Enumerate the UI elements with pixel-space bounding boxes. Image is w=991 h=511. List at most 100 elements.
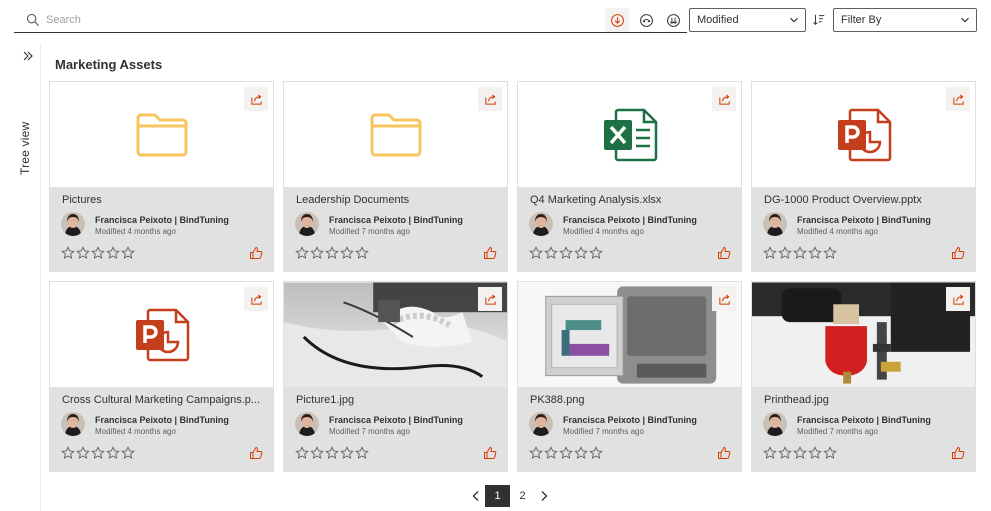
star-icon[interactable] [106, 446, 120, 460]
star-icon[interactable] [355, 246, 369, 260]
rating-stars[interactable] [529, 446, 603, 460]
share-button[interactable] [946, 287, 970, 311]
star-icon[interactable] [310, 246, 324, 260]
star-icon[interactable] [76, 446, 90, 460]
star-icon[interactable] [544, 246, 558, 260]
star-icon[interactable] [106, 246, 120, 260]
like-icon[interactable] [717, 246, 731, 260]
star-icon[interactable] [559, 246, 573, 260]
document-card[interactable]: PK388.png Francisca Peixoto | BindTuning M… [517, 281, 742, 472]
star-icon[interactable] [529, 246, 543, 260]
sync-button[interactable] [634, 8, 658, 32]
document-name[interactable]: Picture1.jpg [296, 394, 496, 406]
like-icon[interactable] [717, 446, 731, 460]
previous-page-button[interactable] [467, 485, 485, 507]
star-icon[interactable] [340, 446, 354, 460]
rating-stars[interactable] [61, 246, 135, 260]
like-icon[interactable] [951, 446, 965, 460]
document-name[interactable]: Q4 Marketing Analysis.xlsx [530, 194, 730, 206]
rating-stars[interactable] [763, 246, 837, 260]
search-box[interactable] [14, 7, 687, 33]
star-icon[interactable] [823, 446, 837, 460]
expand-chevron-icon[interactable] [21, 49, 35, 63]
document-name[interactable]: DG-1000 Product Overview.pptx [764, 194, 964, 206]
search-input[interactable] [46, 13, 566, 26]
share-button[interactable] [712, 87, 736, 111]
sort-dropdown[interactable]: Modified [689, 8, 806, 32]
star-icon[interactable] [295, 446, 309, 460]
page-button-2[interactable]: 2 [510, 485, 535, 507]
star-icon[interactable] [763, 446, 777, 460]
star-icon[interactable] [778, 246, 792, 260]
rating-stars[interactable] [295, 446, 369, 460]
star-icon[interactable] [793, 246, 807, 260]
next-page-button[interactable] [535, 485, 553, 507]
document-thumbnail[interactable] [518, 82, 741, 188]
star-icon[interactable] [574, 446, 588, 460]
like-icon[interactable] [249, 446, 263, 460]
rating-stars[interactable] [763, 446, 837, 460]
star-icon[interactable] [823, 246, 837, 260]
upload-button[interactable] [661, 8, 685, 32]
star-icon[interactable] [295, 246, 309, 260]
document-card[interactable]: Printhead.jpg Francisca Peixoto | BindTun… [751, 281, 976, 472]
rating-stars[interactable] [61, 446, 135, 460]
star-icon[interactable] [529, 446, 543, 460]
star-icon[interactable] [808, 246, 822, 260]
document-name[interactable]: Printhead.jpg [764, 394, 964, 406]
rating-stars[interactable] [529, 246, 603, 260]
document-name[interactable]: Leadership Documents [296, 194, 496, 206]
document-card[interactable]: Picture1.jpg Francisca Peixoto | BindTuni… [283, 281, 508, 472]
star-icon[interactable] [340, 246, 354, 260]
star-icon[interactable] [310, 446, 324, 460]
document-name[interactable]: Pictures [62, 194, 262, 206]
like-icon[interactable] [249, 246, 263, 260]
like-icon[interactable] [483, 446, 497, 460]
document-thumbnail[interactable] [518, 282, 741, 388]
share-button[interactable] [478, 87, 502, 111]
star-icon[interactable] [91, 246, 105, 260]
share-button[interactable] [946, 87, 970, 111]
share-button[interactable] [712, 287, 736, 311]
star-icon[interactable] [325, 246, 339, 260]
star-icon[interactable] [91, 446, 105, 460]
document-thumbnail[interactable] [752, 282, 975, 388]
download-button[interactable] [605, 8, 629, 32]
document-thumbnail[interactable] [50, 282, 273, 388]
star-icon[interactable] [544, 446, 558, 460]
document-thumbnail[interactable] [284, 282, 507, 388]
star-icon[interactable] [808, 446, 822, 460]
document-thumbnail[interactable] [50, 82, 273, 188]
filter-dropdown[interactable]: Filter By [833, 8, 977, 32]
star-icon[interactable] [589, 446, 603, 460]
document-thumbnail[interactable] [752, 82, 975, 188]
star-icon[interactable] [763, 246, 777, 260]
document-card[interactable]: Q4 Marketing Analysis.xlsx Francisca Peix… [517, 81, 742, 272]
star-icon[interactable] [325, 446, 339, 460]
share-button[interactable] [244, 87, 268, 111]
like-icon[interactable] [483, 246, 497, 260]
star-icon[interactable] [589, 246, 603, 260]
document-card[interactable]: Pictures Francisca Peixoto | BindTuning Mo… [49, 81, 274, 272]
document-card[interactable]: Cross Cultural Marketing Campaigns.p... F… [49, 281, 274, 472]
document-name[interactable]: Cross Cultural Marketing Campaigns.p... [62, 394, 262, 406]
star-icon[interactable] [355, 446, 369, 460]
document-name[interactable]: PK388.png [530, 394, 730, 406]
share-button[interactable] [244, 287, 268, 311]
page-button-1[interactable]: 1 [485, 485, 510, 507]
star-icon[interactable] [793, 446, 807, 460]
rating-stars[interactable] [295, 246, 369, 260]
star-icon[interactable] [76, 246, 90, 260]
star-icon[interactable] [559, 446, 573, 460]
document-card[interactable]: DG-1000 Product Overview.pptx Francisca P… [751, 81, 976, 272]
document-thumbnail[interactable] [284, 82, 507, 188]
like-icon[interactable] [951, 246, 965, 260]
document-card[interactable]: Leadership Documents Francisca Peixoto | … [283, 81, 508, 272]
star-icon[interactable] [61, 446, 75, 460]
star-icon[interactable] [121, 246, 135, 260]
star-icon[interactable] [778, 446, 792, 460]
sort-order-button[interactable] [809, 8, 829, 32]
star-icon[interactable] [121, 446, 135, 460]
tree-view-label[interactable]: Tree view [18, 122, 32, 175]
star-icon[interactable] [61, 246, 75, 260]
